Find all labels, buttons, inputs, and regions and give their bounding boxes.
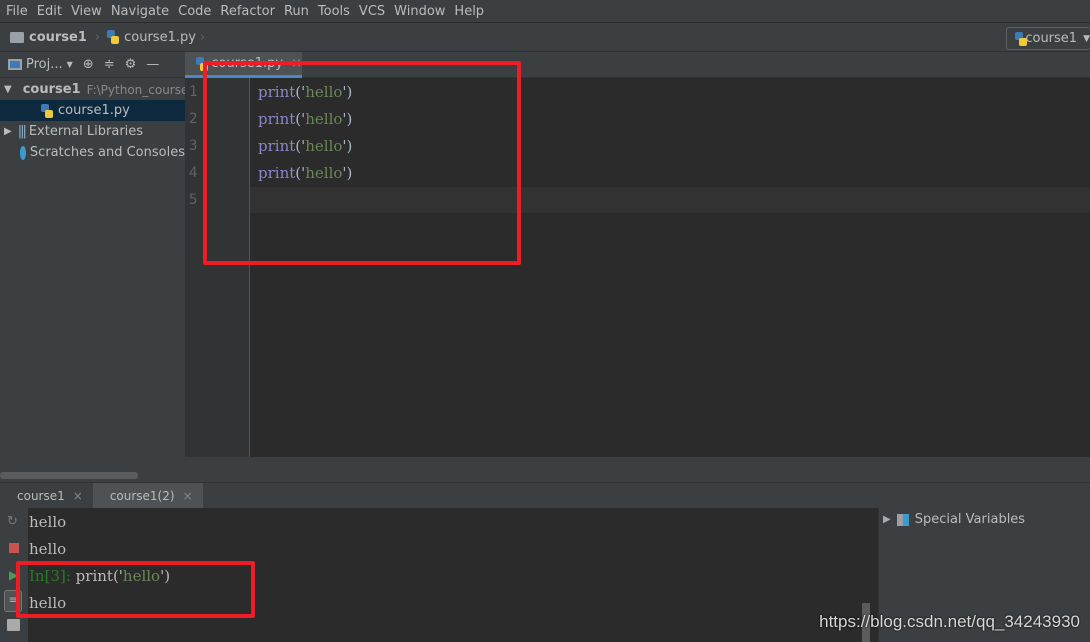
menu-window[interactable]: Window (394, 4, 445, 19)
close-icon[interactable]: × (183, 489, 193, 503)
highlight-box-editor (203, 61, 521, 265)
tree-item-course1[interactable]: ▼ course1 F:\Python_course (0, 79, 185, 100)
special-variables-item[interactable]: ▶ Special Variables (879, 508, 1090, 527)
console-output: hello (29, 513, 67, 531)
highlight-box-console (16, 561, 255, 618)
run-config-label: course1 (1025, 31, 1078, 46)
menu-file[interactable]: File (6, 4, 28, 19)
project-toolbar: Proj... ▼ ⊕ ≑ ⚙ — (0, 52, 185, 78)
chevron-right-icon: › (94, 29, 101, 45)
gear-icon[interactable]: ⚙ (125, 57, 137, 72)
variables-label: Special Variables (914, 512, 1026, 527)
line-number: 5 (189, 192, 198, 208)
stop-icon[interactable] (9, 543, 19, 553)
breadcrumb-file[interactable]: course1.py (124, 30, 196, 45)
tree-label: course1.py (58, 103, 130, 118)
line-number: 2 (189, 111, 198, 127)
locate-icon[interactable]: ⊕ (83, 57, 94, 72)
scratches-icon (20, 145, 26, 160)
project-icon (8, 59, 22, 70)
tree-path: F:\Python_course (86, 82, 185, 97)
chevron-right-icon: › (199, 29, 206, 45)
python-file-icon (40, 103, 54, 118)
menu-edit[interactable]: Edit (37, 4, 62, 19)
menu-vcs[interactable]: VCS (359, 4, 385, 19)
print-icon[interactable] (7, 619, 20, 631)
tab-console-course1-2[interactable]: course1(2) × (92, 483, 203, 509)
chevron-down-icon: ▼ (66, 60, 73, 69)
console-tabs: course1 × course1(2) × (0, 482, 1090, 509)
minimize-icon[interactable]: — (146, 57, 159, 72)
tree-label: External Libraries (28, 124, 144, 139)
expand-arrow-icon[interactable]: ▶ (4, 126, 12, 137)
collapse-icon[interactable]: ≑ (104, 57, 115, 72)
line-number: 4 (189, 165, 198, 181)
tree-label: Scratches and Consoles (29, 145, 185, 160)
chevron-down-icon: ▼ (1083, 33, 1090, 44)
menu-view[interactable]: View (71, 4, 102, 19)
menu-help[interactable]: Help (454, 4, 484, 19)
menu-code[interactable]: Code (178, 4, 211, 19)
expand-arrow-icon[interactable]: ▶ (883, 514, 891, 525)
library-icon: ||| (17, 124, 27, 139)
project-title: Proj... (26, 57, 63, 72)
variables-icon (896, 513, 909, 526)
line-number: 3 (189, 138, 198, 154)
tree-item-scratches[interactable]: Scratches and Consoles (0, 142, 185, 163)
menu-bar: File Edit View Navigate Code Refactor Ru… (0, 0, 1090, 23)
editor-status-strip (185, 457, 1090, 482)
watermark: https://blog.csdn.net/qq_34243930 (819, 612, 1080, 631)
expand-arrow-icon[interactable]: ▼ (4, 84, 12, 95)
tab-label: course1 (17, 489, 65, 503)
run-config-selector[interactable]: course1 ▼ (1006, 27, 1090, 50)
breadcrumb: course1 › course1.py › (0, 23, 1090, 52)
horizontal-scrollbar[interactable] (0, 472, 138, 479)
folder-icon (10, 31, 24, 43)
menu-refactor[interactable]: Refactor (220, 4, 275, 19)
tree-item-external-libraries[interactable]: ▶ ||| External Libraries (0, 121, 185, 142)
breadcrumb-project[interactable]: course1 (29, 30, 87, 45)
menu-tools[interactable]: Tools (318, 4, 350, 19)
python-icon (1014, 31, 1028, 46)
menu-navigate[interactable]: Navigate (111, 4, 169, 19)
tree-label: course1 (22, 82, 81, 97)
close-icon[interactable]: × (73, 489, 83, 503)
console-output: hello (29, 540, 67, 558)
tab-label: course1(2) (109, 489, 175, 503)
tab-console-course1[interactable]: course1 × (0, 483, 93, 509)
python-file-icon (106, 30, 120, 44)
project-view-selector[interactable]: Proj... ▼ (8, 57, 73, 72)
rerun-icon[interactable]: ↻ (7, 514, 18, 529)
tree-item-course1-py[interactable]: course1.py (0, 100, 185, 121)
line-number: 1 (189, 84, 198, 100)
project-tree: ▼ course1 F:\Python_course course1.py ▶ … (0, 78, 185, 482)
menu-run[interactable]: Run (284, 4, 309, 19)
